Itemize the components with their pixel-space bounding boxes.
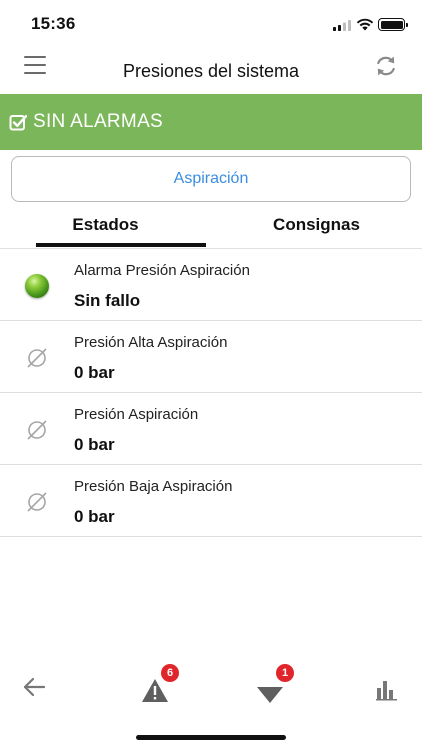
back-arrow-icon [23, 677, 46, 697]
tab-consignas[interactable]: Consignas [211, 206, 422, 248]
status-bar: 15:36 [0, 0, 422, 48]
status-time: 15:36 [31, 14, 76, 33]
empty-set-icon [27, 492, 47, 512]
empty-set-icon [27, 420, 47, 440]
item-label: Presión Alta Aspiración [74, 334, 228, 351]
item-value: 0 bar [74, 507, 115, 526]
nav-bar: Presiones del sistema [0, 48, 422, 94]
battery-icon [378, 18, 408, 31]
section-selector-button[interactable]: Aspiración [11, 156, 411, 202]
alarms-button[interactable]: 6 [137, 664, 179, 704]
bottom-nav: 6 1 [0, 664, 422, 710]
charts-button[interactable] [369, 670, 405, 704]
notices-button[interactable]: 1 [252, 664, 294, 704]
list-item[interactable]: Presión Baja Aspiración 0 bar [0, 465, 422, 537]
empty-set-icon [27, 348, 47, 368]
alarm-status-text: SIN ALARMAS [33, 111, 164, 132]
item-value: 0 bar [74, 435, 115, 454]
notices-count-badge: 1 [276, 664, 294, 682]
signal-icon [333, 20, 351, 31]
item-value: Sin fallo [74, 291, 141, 310]
active-tab-indicator [36, 243, 206, 247]
green-led-icon [25, 274, 49, 298]
back-button[interactable] [17, 670, 53, 704]
item-label: Presión Baja Aspiración [74, 478, 233, 495]
tab-estados[interactable]: Estados [0, 206, 211, 248]
alarms-count-badge: 6 [161, 664, 179, 682]
item-label: Presión Aspiración [74, 406, 199, 423]
list-item[interactable]: Alarma Presión Aspiración Sin fallo [0, 249, 422, 321]
tab-consignas-label: Consignas [273, 215, 360, 234]
wifi-icon [356, 18, 374, 31]
list-item[interactable]: Presión Aspiración 0 bar [0, 393, 422, 465]
section-selector-label: Aspiración [173, 170, 249, 187]
tab-bar: Estados Consignas [0, 206, 422, 249]
tab-estados-label: Estados [72, 215, 139, 234]
checkbox-checked-icon [9, 115, 27, 131]
state-list: Alarma Presión Aspiración Sin fallo Pres… [0, 249, 422, 537]
item-value: 0 bar [74, 363, 115, 382]
hamburger-icon [24, 56, 46, 58]
refresh-icon[interactable] [372, 52, 400, 80]
list-item[interactable]: Presión Alta Aspiración 0 bar [0, 321, 422, 393]
home-indicator[interactable] [136, 735, 286, 740]
alarm-status-banner: SIN ALARMAS [0, 94, 422, 150]
item-label: Alarma Presión Aspiración [74, 262, 250, 279]
page-title: Presiones del sistema [122, 61, 300, 81]
bar-chart-icon [376, 681, 397, 701]
